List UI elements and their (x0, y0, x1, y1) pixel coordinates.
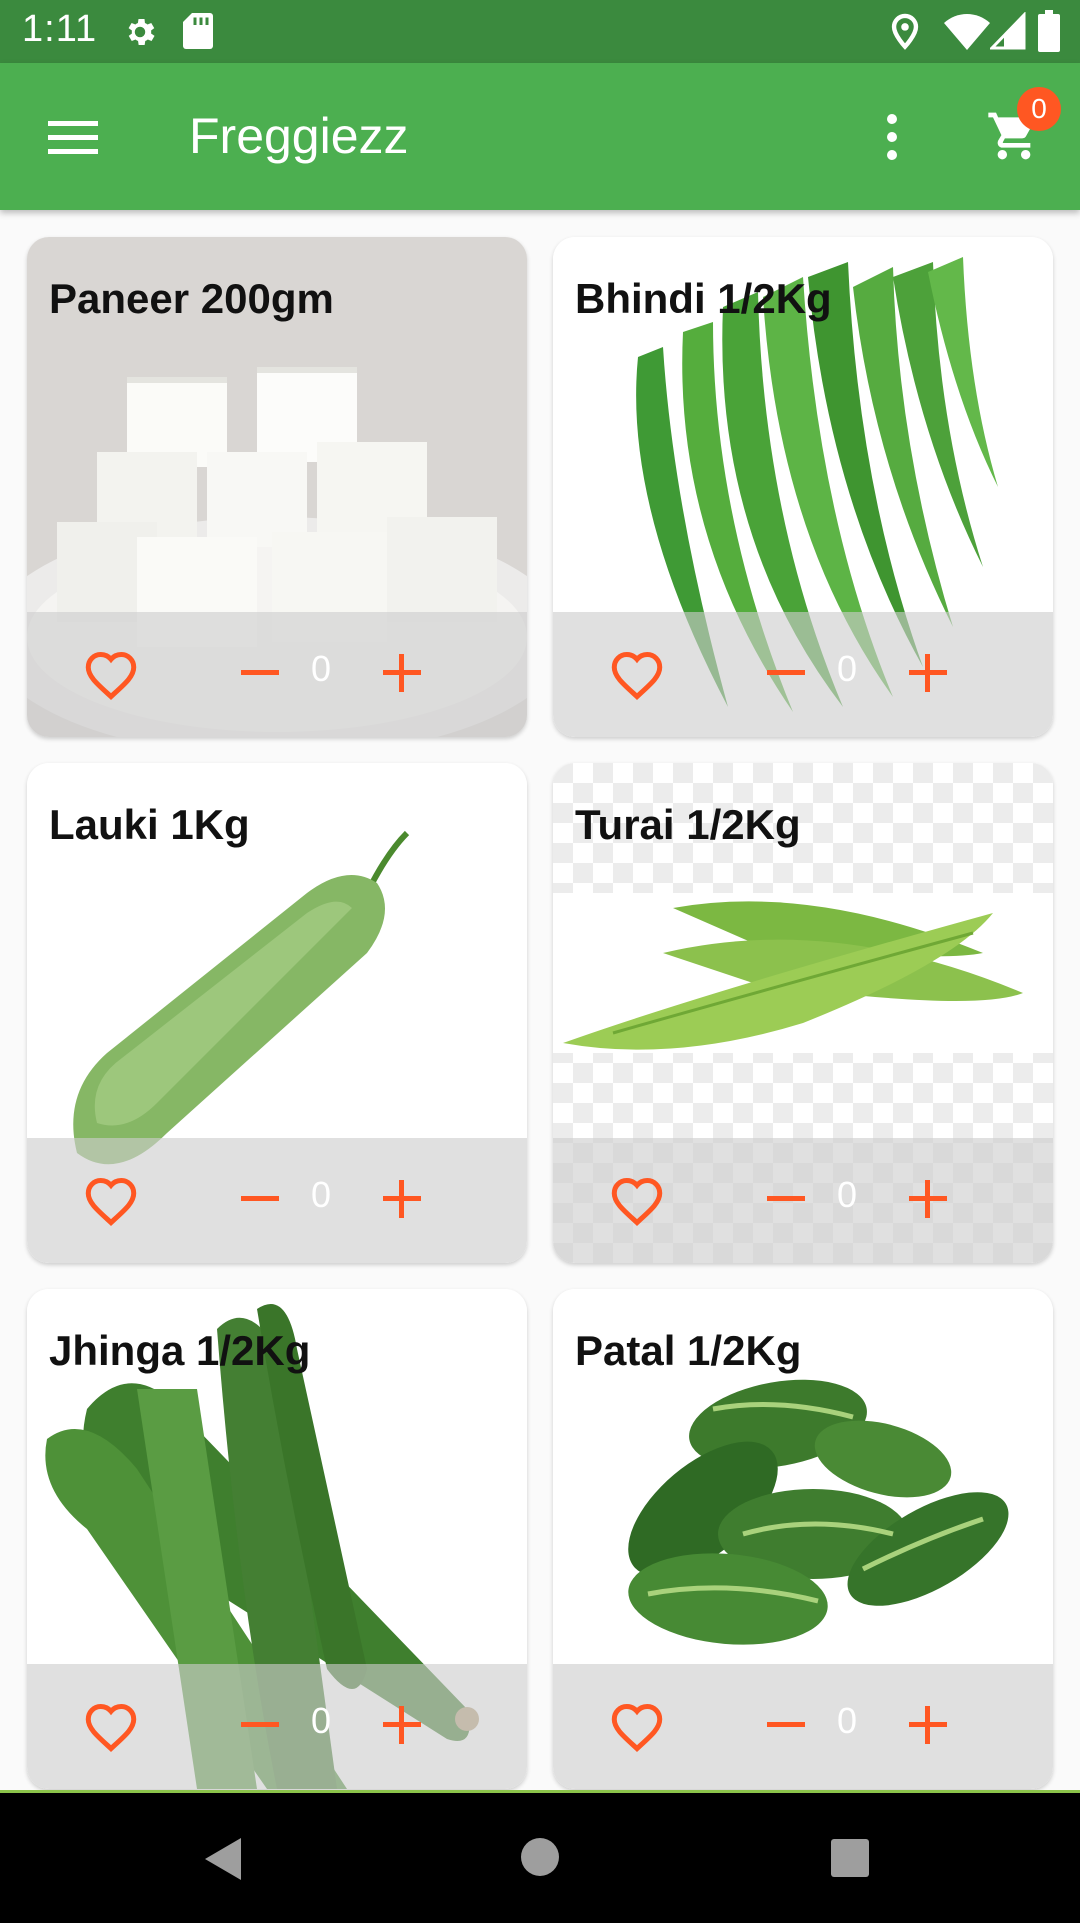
status-time: 1:11 (22, 8, 98, 50)
quantity-value: 0 (836, 648, 858, 689)
plus-icon[interactable] (379, 1702, 425, 1748)
quantity-controls: 0 (553, 1664, 1053, 1789)
product-name: Bhindi 1/2Kg (575, 275, 832, 322)
quantity-controls: 0 (553, 1138, 1053, 1263)
quantity-value: 0 (310, 648, 332, 689)
product-name: Patal 1/2Kg (575, 1327, 802, 1374)
plus-icon[interactable] (379, 1176, 425, 1222)
cart-count-badge: 0 (1017, 87, 1061, 131)
minus-icon[interactable] (763, 1176, 809, 1222)
more-vertical-icon[interactable] (880, 113, 904, 161)
minus-icon[interactable] (237, 650, 283, 696)
product-card-bhindi[interactable]: Bhindi 1/2Kg 0 (553, 237, 1053, 737)
plus-icon[interactable] (905, 650, 951, 696)
heart-icon[interactable] (83, 1702, 139, 1752)
quantity-controls: 0 (27, 612, 527, 737)
heart-icon[interactable] (609, 1176, 665, 1226)
minus-icon[interactable] (237, 1176, 283, 1222)
home-icon[interactable] (520, 1837, 560, 1877)
product-card-jhinga[interactable]: Jhinga 1/2Kg 0 (27, 1289, 527, 1789)
quantity-controls: 0 (553, 612, 1053, 737)
recents-icon[interactable] (830, 1838, 870, 1878)
quantity-value: 0 (310, 1174, 332, 1215)
plus-icon[interactable] (379, 650, 425, 696)
product-name: Jhinga 1/2Kg (49, 1327, 311, 1374)
quantity-value: 0 (310, 1700, 332, 1741)
product-card-turai[interactable]: Turai 1/2Kg 0 (553, 763, 1053, 1263)
quantity-value: 0 (836, 1174, 858, 1215)
quantity-controls: 0 (27, 1664, 527, 1789)
product-name: Paneer 200gm (49, 275, 334, 322)
navigation-bar (0, 1790, 1080, 1923)
location-icon (891, 13, 919, 50)
hamburger-menu-icon[interactable] (48, 119, 98, 155)
product-name: Lauki 1Kg (49, 801, 250, 848)
gear-icon (128, 18, 155, 46)
minus-icon[interactable] (763, 1702, 809, 1748)
heart-icon[interactable] (609, 650, 665, 700)
product-grid: Paneer 200gm 0 Bhindi 1/2Kg 0 Lauki 1Kg … (0, 210, 1080, 1790)
battery-icon (1038, 10, 1060, 52)
product-name: Turai 1/2Kg (575, 801, 801, 848)
plus-icon[interactable] (905, 1176, 951, 1222)
minus-icon[interactable] (237, 1702, 283, 1748)
heart-icon[interactable] (609, 1702, 665, 1752)
product-card-lauki[interactable]: Lauki 1Kg 0 (27, 763, 527, 1263)
product-card-paneer[interactable]: Paneer 200gm 0 (27, 237, 527, 737)
plus-icon[interactable] (905, 1702, 951, 1748)
back-icon[interactable] (203, 1836, 243, 1882)
app-title: Freggiezz (189, 108, 409, 164)
status-bar: 1:11 (0, 0, 1080, 63)
heart-icon[interactable] (83, 650, 139, 700)
quantity-controls: 0 (27, 1138, 527, 1263)
quantity-value: 0 (836, 1700, 858, 1741)
product-card-patal[interactable]: Patal 1/2Kg 0 (553, 1289, 1053, 1789)
signal-icon (990, 12, 1026, 50)
minus-icon[interactable] (763, 650, 809, 696)
app-bar: Freggiezz (0, 63, 1080, 210)
sd-card-icon (183, 13, 213, 49)
heart-icon[interactable] (83, 1176, 139, 1226)
wifi-icon (944, 14, 990, 50)
